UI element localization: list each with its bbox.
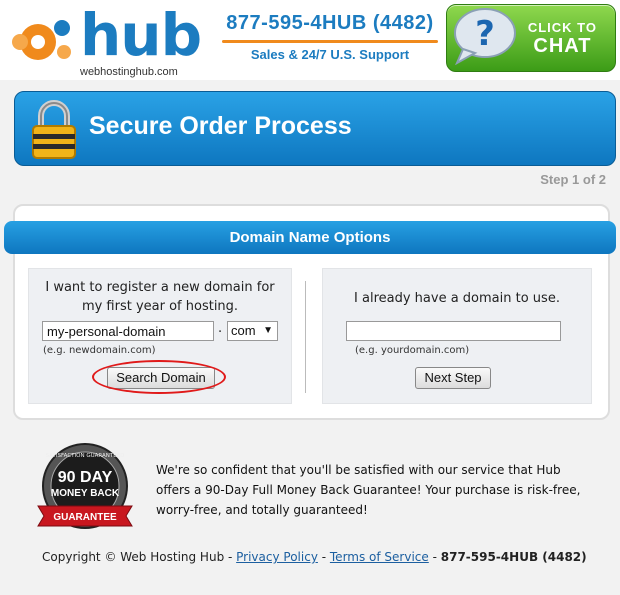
orange-divider: [222, 40, 438, 43]
logo-wordmark: hub: [80, 1, 202, 69]
logo-dots-icon: [12, 20, 71, 60]
footer-separator: -: [317, 550, 330, 564]
terms-of-service-link[interactable]: Terms of Service: [330, 550, 429, 564]
tld-select[interactable]: com ▼: [227, 321, 278, 341]
search-domain-button[interactable]: Search Domain: [107, 367, 215, 389]
padlock-icon: [32, 100, 76, 159]
click-to-chat-button[interactable]: ? CLICK TO CHAT: [446, 4, 616, 72]
panel-divider: [305, 281, 306, 393]
step-indicator: Step 1 of 2: [540, 172, 606, 187]
money-back-guarantee-seal: SATISFACTION GUARANTEED 90 DAY MONEY BAC…: [37, 443, 133, 529]
copyright-text: Copyright © Web Hosting Hub -: [42, 550, 237, 564]
existing-domain-input[interactable]: [346, 321, 561, 341]
page-title: Secure Order Process: [89, 112, 352, 140]
seal-ribbon-text: GUARANTEE: [53, 512, 117, 523]
contact-block: 877-595-4HUB (4482) Sales & 24/7 U.S. Su…: [214, 12, 446, 62]
chat-bubble-icon: ?: [454, 8, 516, 65]
chat-label: CLICK TO CHAT: [528, 19, 597, 57]
chevron-down-icon: ▼: [263, 325, 273, 336]
logo-domain: webhostinghub.com: [80, 66, 178, 78]
secure-order-banner: Secure Order Process: [14, 91, 616, 166]
new-domain-input[interactable]: my-personal-domain: [42, 321, 214, 341]
footer: Copyright © Web Hosting Hub - Privacy Po…: [42, 550, 587, 564]
new-domain-description: I want to register a new domain for my f…: [45, 280, 275, 314]
next-step-button[interactable]: Next Step: [415, 367, 491, 389]
existing-domain-description: I already have a domain to use.: [354, 291, 560, 306]
new-domain-panel: I want to register a new domain for my f…: [28, 268, 292, 404]
domain-options-title: Domain Name Options: [4, 221, 616, 254]
phone-number: 877-595-4HUB (4482): [226, 12, 434, 34]
new-domain-hint: (e.g. newdomain.com): [43, 345, 156, 356]
seal-top-text: SATISFACTION GUARANTEED: [46, 453, 125, 459]
tld-selected-value: com: [231, 323, 256, 338]
footer-phone: 877-595-4HUB (4482): [440, 550, 587, 564]
existing-domain-hint: (e.g. yourdomain.com): [355, 345, 470, 356]
seal-money-text: MONEY BACK: [51, 488, 120, 499]
domain-dot: .: [218, 321, 223, 336]
top-header: hub webhostinghub.com 877-595-4HUB (4482…: [0, 0, 620, 80]
privacy-policy-link[interactable]: Privacy Policy: [236, 550, 318, 564]
existing-domain-panel: I already have a domain to use. (e.g. yo…: [322, 268, 592, 404]
footer-separator: -: [428, 550, 441, 564]
support-text: Sales & 24/7 U.S. Support: [250, 47, 410, 62]
hub-logo[interactable]: hub webhostinghub.com: [8, 1, 208, 80]
chat-label-line2: CHAT: [533, 35, 592, 57]
guarantee-text: We're so confident that you'll be satisf…: [156, 463, 581, 517]
svg-text:?: ?: [475, 14, 495, 54]
seal-days-text: 90 DAY: [58, 469, 113, 486]
